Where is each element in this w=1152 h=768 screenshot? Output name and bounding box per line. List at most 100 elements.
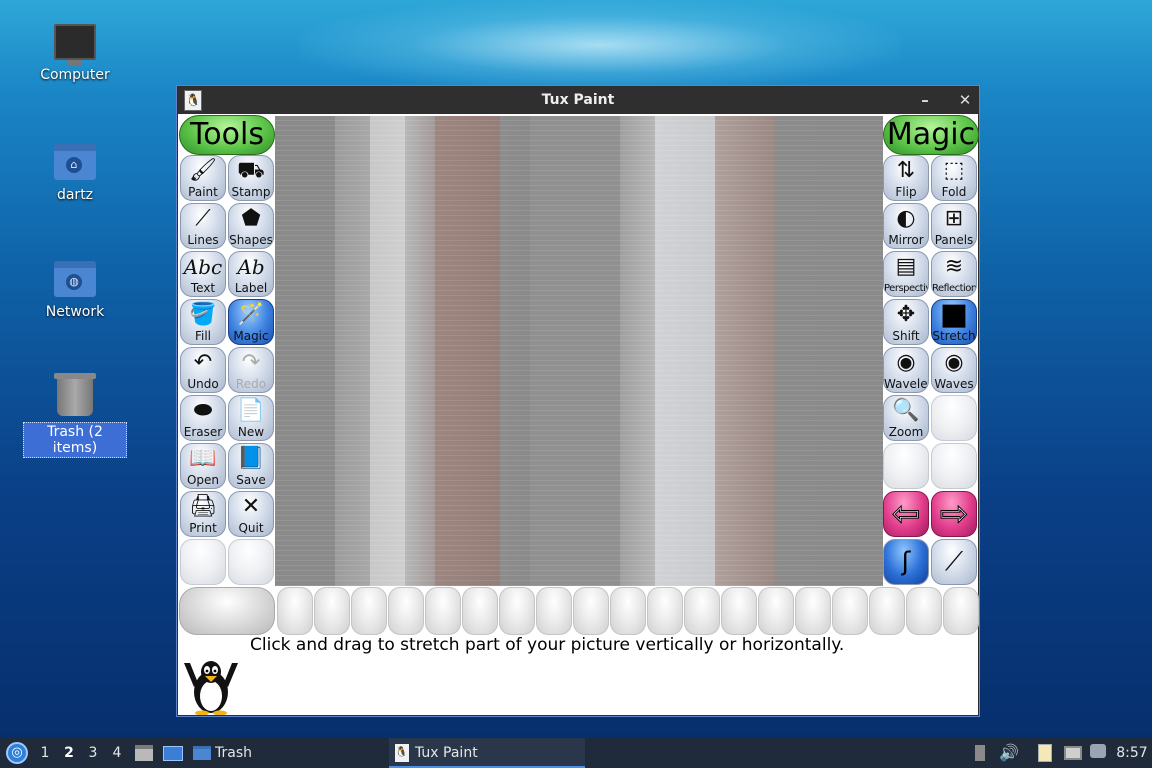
magic-waves-button[interactable]: ◉ Waves <box>931 347 977 393</box>
color-swatch[interactable] <box>388 587 424 635</box>
taskbar-item-trash[interactable]: Trash <box>193 738 263 768</box>
tool-eraser-button[interactable]: ⬬ Eraser <box>180 395 226 441</box>
magic-shift-button[interactable]: ✥ Shift <box>883 299 929 345</box>
quit-x-icon: ✕ <box>241 494 261 519</box>
color-swatch[interactable] <box>277 587 313 635</box>
network-icon[interactable] <box>1062 738 1084 768</box>
tux-paint-app-icon: 🐧 <box>395 744 409 762</box>
tool-quit-button[interactable]: ✕ Quit <box>228 491 274 537</box>
color-swatch[interactable] <box>795 587 831 635</box>
taskbar-item-tux-paint[interactable]: 🐧 Tux Paint <box>389 738 585 768</box>
tool-magic-button[interactable]: 🪄 Magic <box>228 299 274 345</box>
tool-open-button[interactable]: 📖 Open <box>180 443 226 489</box>
tool-save-button[interactable]: 📘 Save <box>228 443 274 489</box>
label-icon: Ab <box>237 255 265 279</box>
desktop-icon-label: Computer <box>40 67 110 83</box>
tool-label: Quit <box>238 521 264 535</box>
desktop-icon-home[interactable]: ⌂ dartz <box>23 144 127 204</box>
tool-stamp-button[interactable]: ⛟ Stamp <box>228 155 274 201</box>
color-swatch[interactable] <box>499 587 535 635</box>
color-swatch[interactable] <box>721 587 757 635</box>
color-swatch[interactable] <box>536 587 572 635</box>
desktop-icon-trash[interactable]: Trash (2 items) <box>23 373 127 458</box>
notifications-icon[interactable] <box>1088 738 1108 768</box>
save-book-icon: 📘 <box>237 446 265 471</box>
clipboard-icon[interactable] <box>1034 738 1056 768</box>
tool-lines-button[interactable]: ⟋ Lines <box>180 203 226 249</box>
magic-reflection-button[interactable]: ≋ Reflection <box>931 251 977 297</box>
tool-new-button[interactable]: 📄 New <box>228 395 274 441</box>
tool-shapes-button[interactable]: ⬟ Shapes <box>228 203 274 249</box>
workspace-3[interactable]: 3 <box>82 738 104 768</box>
magic-mirror-button[interactable]: ◐ Mirror <box>883 203 929 249</box>
color-swatch[interactable] <box>314 587 350 635</box>
color-swatch[interactable] <box>573 587 609 635</box>
clock[interactable]: 8:57 <box>1112 738 1152 768</box>
magic-fold-button[interactable]: ⬚ Fold <box>931 155 977 201</box>
show-desktop-icon[interactable] <box>162 738 184 768</box>
color-swatch[interactable] <box>647 587 683 635</box>
shift-arrows-icon: ✥ <box>896 302 916 327</box>
titlebar[interactable]: 🐧 Tux Paint – ✕ <box>178 87 978 114</box>
next-page-button[interactable]: ⇨ <box>931 491 977 537</box>
zoom-icon: 🔍 <box>892 398 920 423</box>
file-manager-launcher-icon[interactable] <box>134 738 154 768</box>
workspace-2[interactable]: 2 <box>58 738 80 768</box>
desktop-icon-computer[interactable]: Computer <box>23 24 127 84</box>
tool-label-button[interactable]: Ab Label <box>228 251 274 297</box>
magic-flip-button[interactable]: ⇅ Flip <box>883 155 929 201</box>
color-swatch[interactable] <box>832 587 868 635</box>
scroll-indicator-icon[interactable] <box>972 738 988 768</box>
close-button[interactable]: ✕ <box>954 89 976 111</box>
magic-stretch-button[interactable]: ■ Stretch <box>931 299 977 345</box>
mirror-icon: ◐ <box>896 206 916 231</box>
tool-label: Shapes <box>229 233 273 247</box>
tool-fill-button[interactable]: 🪣 Fill <box>180 299 226 345</box>
tool-undo-button[interactable]: ↶ Undo <box>180 347 226 393</box>
magic-panels-button[interactable]: ⊞ Panels <box>931 203 977 249</box>
color-swatch[interactable] <box>869 587 905 635</box>
workspace-1[interactable]: 1 <box>34 738 56 768</box>
magic-header: Magic <box>883 115 979 155</box>
paint-mode-icon: ʃ <box>901 547 911 577</box>
tool-paint-button[interactable]: 🖌 Paint <box>180 155 226 201</box>
flip-icon: ⇅ <box>896 158 916 183</box>
tool-label: Save <box>236 473 266 487</box>
workspace-4[interactable]: 4 <box>106 738 128 768</box>
current-color-swatch <box>179 587 275 635</box>
tools-header: Tools <box>179 115 275 155</box>
tool-label: Reflection <box>932 283 977 294</box>
tool-label: Open <box>186 473 220 487</box>
tool-label: Zoom <box>888 425 924 439</box>
taskbar-item-label: Tux Paint <box>415 745 478 761</box>
color-swatch[interactable] <box>462 587 498 635</box>
tool-label: Print <box>189 521 217 535</box>
desktop-icon-network[interactable]: ◍ Network <box>23 261 127 321</box>
volume-icon[interactable]: 🔊 <box>998 738 1020 768</box>
magic-wand-icon: 🪄 <box>237 302 265 327</box>
color-swatch[interactable] <box>943 587 979 635</box>
color-swatch[interactable] <box>684 587 720 635</box>
start-menu-button[interactable]: ◎ <box>6 742 28 764</box>
tool-label: Panels <box>934 233 974 247</box>
fullscreen-mode-button[interactable]: ⟋ <box>931 539 977 585</box>
color-swatch[interactable] <box>351 587 387 635</box>
magic-zoom-button[interactable]: 🔍 Zoom <box>883 395 929 441</box>
magic-wavelets-button[interactable]: ◉ Wavelets <box>883 347 929 393</box>
drawing-canvas[interactable] <box>275 116 883 586</box>
fold-icon: ⬚ <box>943 158 965 183</box>
color-swatch[interactable] <box>425 587 461 635</box>
desktop-icon-label: Trash (2 items) <box>23 422 127 458</box>
tool-redo-button[interactable]: ↷ Redo <box>228 347 274 393</box>
color-swatch[interactable] <box>906 587 942 635</box>
tool-print-button[interactable]: 🖨 Print <box>180 491 226 537</box>
tool-label: Stamp <box>231 185 271 199</box>
color-swatch[interactable] <box>758 587 794 635</box>
magic-perspective-button[interactable]: ▤ Perspective <box>883 251 929 297</box>
color-swatch[interactable] <box>610 587 646 635</box>
paint-mode-button[interactable]: ʃ <box>883 539 929 585</box>
stretch-icon: ■ <box>939 299 969 332</box>
minimize-button[interactable]: – <box>914 89 936 111</box>
previous-page-button[interactable]: ⇦ <box>883 491 929 537</box>
tool-text-button[interactable]: Abc Text <box>180 251 226 297</box>
